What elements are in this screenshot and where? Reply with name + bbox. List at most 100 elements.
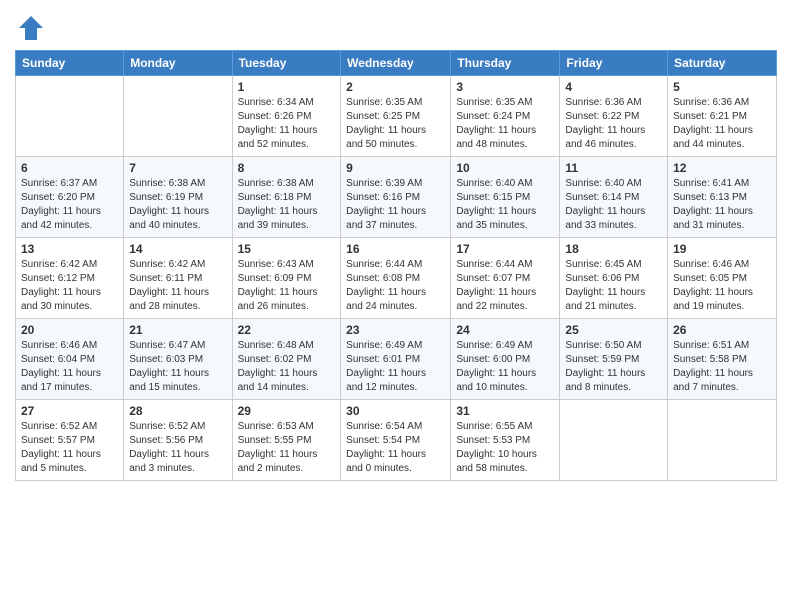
calendar-cell: 21 Sunrise: 6:47 AM Sunset: 6:03 PM Dayli…	[124, 319, 232, 400]
calendar-cell	[16, 76, 124, 157]
day-detail: Sunrise: 6:36 AM Sunset: 6:22 PM Dayligh…	[565, 96, 662, 152]
day-number: 8	[238, 161, 336, 175]
calendar-cell: 4 Sunrise: 6:36 AM Sunset: 6:22 PM Daylig…	[560, 76, 668, 157]
week-row-1: 6Sunrise: 6:37 AM Sunset: 6:20 PM Daylig…	[16, 157, 777, 238]
day-detail: Sunrise: 6:35 AM Sunset: 6:24 PM Dayligh…	[456, 96, 554, 152]
calendar-cell: 9 Sunrise: 6:39 AM Sunset: 6:16 PM Daylig…	[341, 157, 451, 238]
day-detail: Sunrise: 6:51 AM Sunset: 5:58 PM Dayligh…	[673, 339, 771, 395]
calendar-cell: 14 Sunrise: 6:42 AM Sunset: 6:11 PM Dayli…	[124, 238, 232, 319]
calendar: SundayMondayTuesdayWednesdayThursdayFrid…	[15, 50, 777, 481]
day-detail: Sunrise: 6:52 AM Sunset: 5:57 PM Dayligh…	[21, 420, 118, 476]
day-number: 31	[456, 404, 554, 418]
day-number: 27	[21, 404, 118, 418]
day-detail: Sunrise: 6:49 AM Sunset: 6:01 PM Dayligh…	[346, 339, 445, 395]
calendar-cell: 17 Sunrise: 6:44 AM Sunset: 6:07 PM Dayli…	[451, 238, 560, 319]
calendar-cell: 24 Sunrise: 6:49 AM Sunset: 6:00 PM Dayli…	[451, 319, 560, 400]
day-detail: Sunrise: 6:38 AM Sunset: 6:18 PM Dayligh…	[238, 177, 336, 233]
calendar-cell: 18 Sunrise: 6:45 AM Sunset: 6:06 PM Dayli…	[560, 238, 668, 319]
day-number: 21	[129, 323, 226, 337]
calendar-cell: 15Sunrise: 6:43 AM Sunset: 6:09 PM Dayli…	[232, 238, 341, 319]
calendar-cell	[668, 400, 777, 481]
calendar-cell: 12Sunrise: 6:41 AM Sunset: 6:13 PM Dayli…	[668, 157, 777, 238]
day-detail: Sunrise: 6:54 AM Sunset: 5:54 PM Dayligh…	[346, 420, 445, 476]
day-number: 18	[565, 242, 662, 256]
calendar-cell: 22Sunrise: 6:48 AM Sunset: 6:02 PM Dayli…	[232, 319, 341, 400]
week-row-2: 13 Sunrise: 6:42 AM Sunset: 6:12 PM Dayli…	[16, 238, 777, 319]
day-detail: Sunrise: 6:37 AM Sunset: 6:20 PM Dayligh…	[21, 177, 118, 233]
day-number: 24	[456, 323, 554, 337]
day-detail: Sunrise: 6:34 AM Sunset: 6:26 PM Dayligh…	[238, 96, 336, 152]
day-detail: Sunrise: 6:47 AM Sunset: 6:03 PM Dayligh…	[129, 339, 226, 395]
day-detail: Sunrise: 6:40 AM Sunset: 6:15 PM Dayligh…	[456, 177, 554, 233]
weekday-header-monday: Monday	[124, 51, 232, 76]
day-number: 22	[238, 323, 336, 337]
day-detail: Sunrise: 6:42 AM Sunset: 6:12 PM Dayligh…	[21, 258, 118, 314]
day-number: 1	[238, 80, 336, 94]
calendar-cell: 10Sunrise: 6:40 AM Sunset: 6:15 PM Dayli…	[451, 157, 560, 238]
calendar-cell: 3 Sunrise: 6:35 AM Sunset: 6:24 PM Daylig…	[451, 76, 560, 157]
day-detail: Sunrise: 6:35 AM Sunset: 6:25 PM Dayligh…	[346, 96, 445, 152]
day-number: 12	[673, 161, 771, 175]
day-detail: Sunrise: 6:45 AM Sunset: 6:06 PM Dayligh…	[565, 258, 662, 314]
day-detail: Sunrise: 6:42 AM Sunset: 6:11 PM Dayligh…	[129, 258, 226, 314]
calendar-cell: 1 Sunrise: 6:34 AM Sunset: 6:26 PM Daylig…	[232, 76, 341, 157]
calendar-cell	[560, 400, 668, 481]
day-number: 19	[673, 242, 771, 256]
day-number: 13	[21, 242, 118, 256]
weekday-header-thursday: Thursday	[451, 51, 560, 76]
weekday-header-saturday: Saturday	[668, 51, 777, 76]
weekday-header-sunday: Sunday	[16, 51, 124, 76]
calendar-cell: 7 Sunrise: 6:38 AM Sunset: 6:19 PM Daylig…	[124, 157, 232, 238]
day-number: 9	[346, 161, 445, 175]
calendar-cell: 25 Sunrise: 6:50 AM Sunset: 5:59 PM Dayli…	[560, 319, 668, 400]
calendar-cell: 20Sunrise: 6:46 AM Sunset: 6:04 PM Dayli…	[16, 319, 124, 400]
weekday-header-row: SundayMondayTuesdayWednesdayThursdayFrid…	[16, 51, 777, 76]
calendar-cell: 23 Sunrise: 6:49 AM Sunset: 6:01 PM Dayli…	[341, 319, 451, 400]
day-number: 28	[129, 404, 226, 418]
day-detail: Sunrise: 6:36 AM Sunset: 6:21 PM Dayligh…	[673, 96, 771, 152]
day-detail: Sunrise: 6:38 AM Sunset: 6:19 PM Dayligh…	[129, 177, 226, 233]
day-number: 30	[346, 404, 445, 418]
day-number: 14	[129, 242, 226, 256]
day-number: 26	[673, 323, 771, 337]
day-detail: Sunrise: 6:44 AM Sunset: 6:08 PM Dayligh…	[346, 258, 445, 314]
day-detail: Sunrise: 6:39 AM Sunset: 6:16 PM Dayligh…	[346, 177, 445, 233]
day-detail: Sunrise: 6:49 AM Sunset: 6:00 PM Dayligh…	[456, 339, 554, 395]
weekday-header-wednesday: Wednesday	[341, 51, 451, 76]
day-detail: Sunrise: 6:40 AM Sunset: 6:14 PM Dayligh…	[565, 177, 662, 233]
day-detail: Sunrise: 6:52 AM Sunset: 5:56 PM Dayligh…	[129, 420, 226, 476]
calendar-cell: 6Sunrise: 6:37 AM Sunset: 6:20 PM Daylig…	[16, 157, 124, 238]
calendar-cell: 2 Sunrise: 6:35 AM Sunset: 6:25 PM Daylig…	[341, 76, 451, 157]
day-detail: Sunrise: 6:46 AM Sunset: 6:04 PM Dayligh…	[21, 339, 118, 395]
day-detail: Sunrise: 6:43 AM Sunset: 6:09 PM Dayligh…	[238, 258, 336, 314]
day-detail: Sunrise: 6:44 AM Sunset: 6:07 PM Dayligh…	[456, 258, 554, 314]
day-number: 16	[346, 242, 445, 256]
logo	[15, 14, 45, 42]
day-number: 2	[346, 80, 445, 94]
calendar-cell: 31Sunrise: 6:55 AM Sunset: 5:53 PM Dayli…	[451, 400, 560, 481]
day-detail: Sunrise: 6:46 AM Sunset: 6:05 PM Dayligh…	[673, 258, 771, 314]
logo-icon	[17, 14, 45, 42]
week-row-4: 27 Sunrise: 6:52 AM Sunset: 5:57 PM Dayli…	[16, 400, 777, 481]
day-number: 23	[346, 323, 445, 337]
day-number: 29	[238, 404, 336, 418]
day-number: 17	[456, 242, 554, 256]
weekday-header-tuesday: Tuesday	[232, 51, 341, 76]
day-number: 7	[129, 161, 226, 175]
day-detail: Sunrise: 6:50 AM Sunset: 5:59 PM Dayligh…	[565, 339, 662, 395]
day-number: 3	[456, 80, 554, 94]
day-number: 11	[565, 161, 662, 175]
week-row-3: 20Sunrise: 6:46 AM Sunset: 6:04 PM Dayli…	[16, 319, 777, 400]
calendar-cell: 16 Sunrise: 6:44 AM Sunset: 6:08 PM Dayli…	[341, 238, 451, 319]
day-number: 4	[565, 80, 662, 94]
weekday-header-friday: Friday	[560, 51, 668, 76]
day-number: 25	[565, 323, 662, 337]
calendar-cell	[124, 76, 232, 157]
calendar-cell: 29Sunrise: 6:53 AM Sunset: 5:55 PM Dayli…	[232, 400, 341, 481]
calendar-cell: 5 Sunrise: 6:36 AM Sunset: 6:21 PM Daylig…	[668, 76, 777, 157]
calendar-cell: 30 Sunrise: 6:54 AM Sunset: 5:54 PM Dayli…	[341, 400, 451, 481]
calendar-cell: 28 Sunrise: 6:52 AM Sunset: 5:56 PM Dayli…	[124, 400, 232, 481]
calendar-cell: 11 Sunrise: 6:40 AM Sunset: 6:14 PM Dayli…	[560, 157, 668, 238]
calendar-cell: 8 Sunrise: 6:38 AM Sunset: 6:18 PM Daylig…	[232, 157, 341, 238]
day-number: 5	[673, 80, 771, 94]
